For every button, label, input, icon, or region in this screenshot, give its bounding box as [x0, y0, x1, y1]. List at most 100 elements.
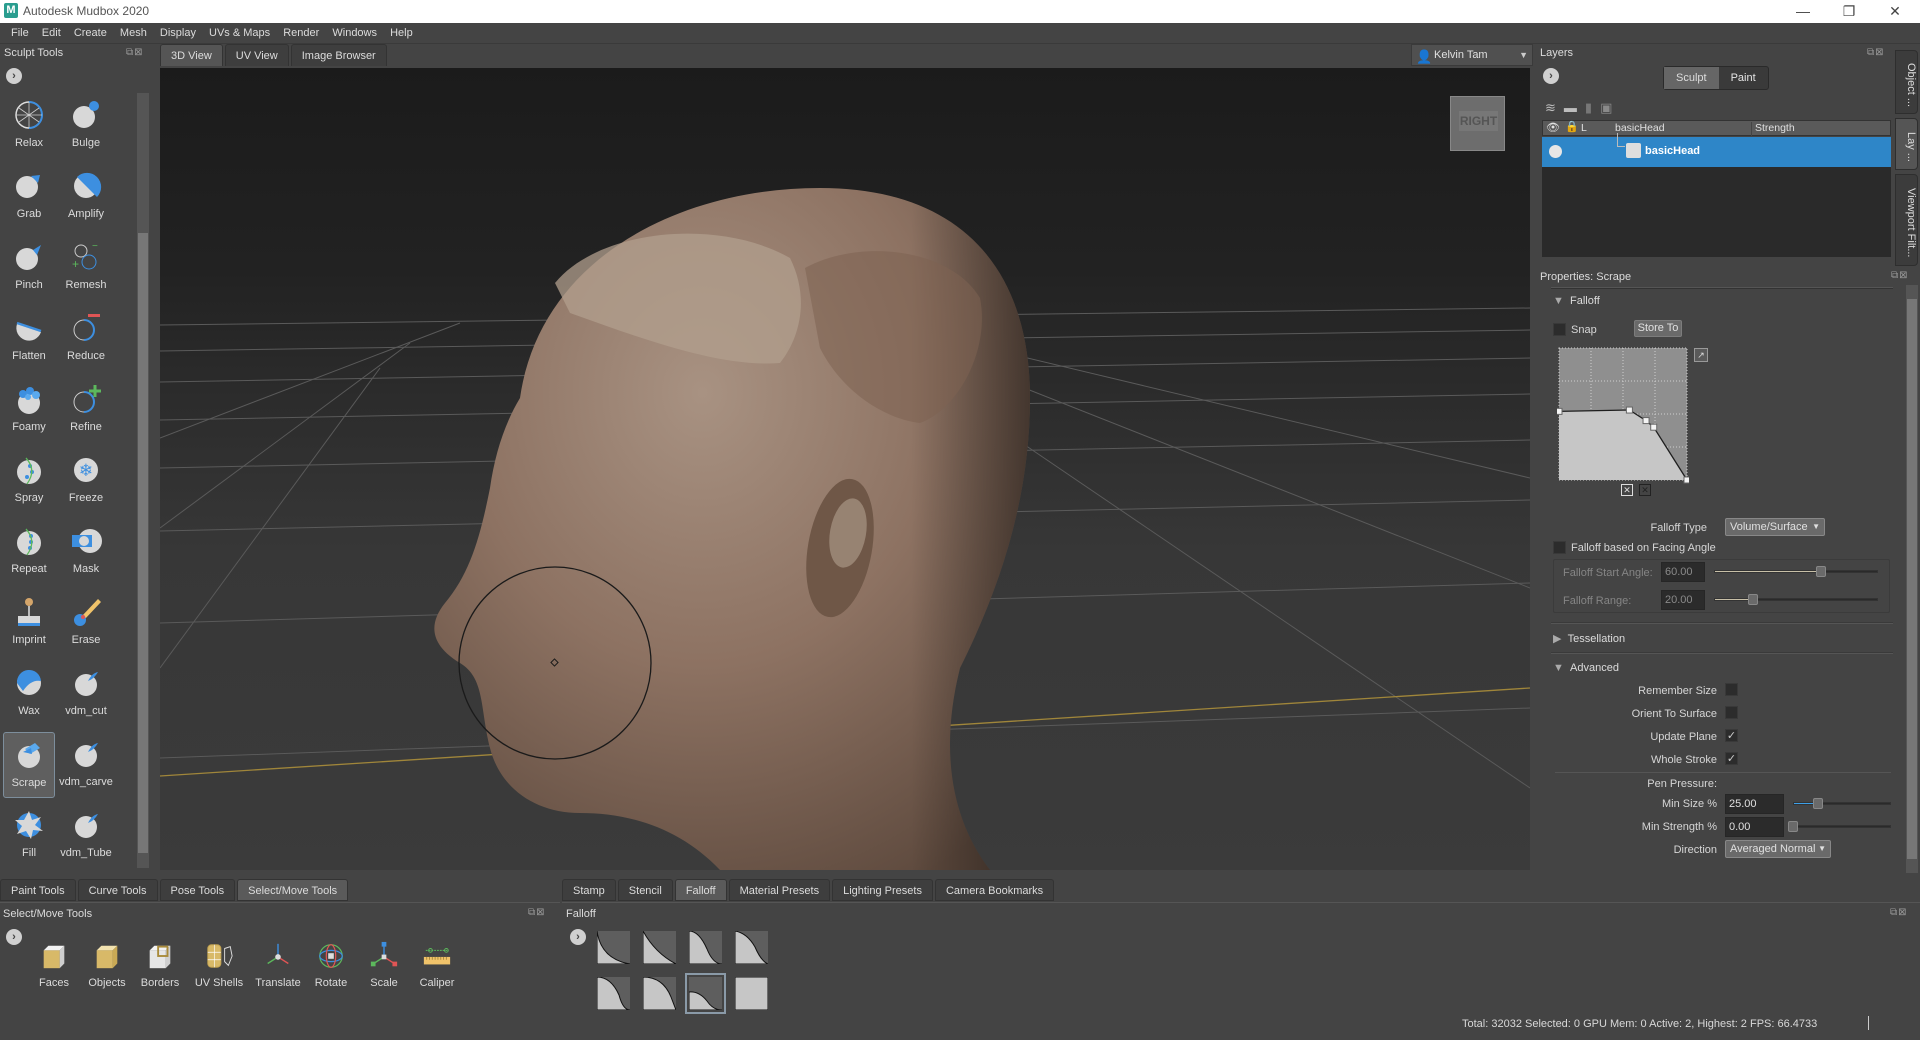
falloff-preset-6[interactable] — [642, 976, 677, 1011]
advanced-section-header[interactable]: ▼ Advanced — [1553, 662, 1619, 674]
select-tool-rotate[interactable]: Rotate — [303, 941, 359, 1001]
select-tool-caliper[interactable]: Caliper — [409, 941, 465, 1001]
menu-edit[interactable]: Edit — [37, 23, 66, 44]
curve-point[interactable] — [1642, 417, 1650, 425]
3d-viewport[interactable]: RIGHT — [160, 68, 1530, 870]
tab-select-move-tools[interactable]: Select/Move Tools — [237, 879, 349, 901]
sculpt-tool-reduce[interactable]: Reduce — [60, 306, 112, 372]
user-account-dropdown[interactable]: 👤 Kelvin Tam ▼ — [1411, 44, 1533, 66]
select-tool-translate[interactable]: Translate — [250, 941, 306, 1001]
sculpt-tool-vdm-tube[interactable]: vdm_Tube — [60, 803, 112, 869]
minimize-button[interactable]: — — [1780, 0, 1826, 22]
tab-lighting-presets[interactable]: Lighting Presets — [832, 879, 933, 901]
sculpt-tool-mask[interactable]: Mask — [60, 519, 112, 585]
sculpt-tool-scrape[interactable]: Scrape — [3, 732, 55, 798]
panel-float-close-icon[interactable]: ⧉⊠ — [126, 47, 144, 58]
sculpt-tool-grab[interactable]: Grab — [3, 164, 55, 230]
tab-paint-tools[interactable]: Paint Tools — [0, 879, 76, 901]
menu-file[interactable]: File — [6, 23, 34, 44]
menu-windows[interactable]: Windows — [327, 23, 382, 44]
curve-point[interactable] — [1557, 407, 1563, 415]
folder-icon[interactable]: ▬ — [1564, 100, 1585, 115]
start-angle-slider-track[interactable] — [1714, 570, 1878, 573]
layer-visibility-toggle[interactable] — [1549, 145, 1562, 158]
start-angle-field[interactable]: 60.00 — [1661, 562, 1705, 582]
sculpt-tool-spray[interactable]: Spray — [3, 448, 55, 514]
tessellation-section-header[interactable]: ▶ Tessellation — [1553, 632, 1625, 645]
falloff-preset-5[interactable] — [596, 976, 631, 1011]
falloff-preset-1[interactable] — [596, 930, 631, 965]
falloff-range-slider-track[interactable] — [1714, 598, 1878, 601]
tray-float-close-icon[interactable]: ⧉⊠ — [528, 907, 546, 918]
sculpt-tool-repeat[interactable]: Repeat — [3, 519, 55, 585]
menu-render[interactable]: Render — [278, 23, 324, 44]
min-size-field[interactable]: 25.00 — [1725, 794, 1784, 814]
tab-camera-bookmarks[interactable]: Camera Bookmarks — [934, 879, 1055, 901]
delete-layer-icon[interactable]: ▮ — [1585, 100, 1600, 115]
menu-help[interactable]: Help — [385, 23, 418, 44]
layer-row[interactable]: basicHead — [1542, 133, 1891, 167]
side-tab-object[interactable]: Object ... — [1895, 50, 1918, 114]
mirror-curve-icon[interactable]: ✕ — [1639, 484, 1651, 496]
menu-uvs-maps[interactable]: UVs & Maps — [204, 23, 275, 44]
select-tool-uv-shells[interactable]: UV Shells — [191, 941, 247, 1001]
scrollbar-thumb[interactable] — [1907, 299, 1917, 859]
remember-size-checkbox[interactable] — [1725, 683, 1738, 696]
falloff-curve-editor[interactable] — [1557, 346, 1689, 496]
merge-layer-icon[interactable]: ▣ — [1600, 100, 1620, 115]
tab-uv-view[interactable]: UV View — [224, 44, 289, 66]
restore-button[interactable]: ❐ — [1826, 0, 1872, 22]
layers-expand-icon[interactable]: › — [1543, 68, 1559, 84]
scrollbar-thumb[interactable] — [138, 233, 148, 853]
whole-stroke-checkbox[interactable]: ✓ — [1725, 752, 1738, 765]
select-tools-expand-icon[interactable]: › — [6, 929, 22, 945]
sculpt-tool-foamy[interactable]: Foamy — [3, 377, 55, 443]
tab-curve-tools[interactable]: Curve Tools — [77, 879, 158, 901]
tab-stamp[interactable]: Stamp — [562, 879, 616, 901]
select-tool-faces[interactable]: Faces — [26, 941, 82, 1001]
direction-dropdown[interactable]: Averaged Normal ▼ — [1725, 840, 1831, 858]
menu-display[interactable]: Display — [155, 23, 201, 44]
menu-mesh[interactable]: Mesh — [115, 23, 152, 44]
sculpt-tools-scrollbar[interactable] — [137, 93, 149, 868]
properties-float-close-icon[interactable]: ⧉⊠ — [1891, 270, 1909, 281]
layers-float-close-icon[interactable]: ⧉⊠ — [1867, 47, 1885, 58]
tab-3d-view[interactable]: 3D View — [160, 44, 223, 66]
falloff-tray-float-close-icon[interactable]: ⧉⊠ — [1890, 907, 1908, 918]
sculpt-tool-fill[interactable]: Fill — [3, 803, 55, 869]
side-tab-viewport-filters[interactable]: Viewport Filt... — [1895, 174, 1918, 266]
sculpt-tool-erase[interactable]: Erase — [60, 590, 112, 656]
tab-sculpt[interactable]: Sculpt — [1664, 67, 1719, 89]
expand-arrow-icon[interactable]: › — [6, 68, 22, 84]
curve-point[interactable] — [1683, 476, 1689, 484]
store-to-button[interactable]: Store To — [1634, 320, 1682, 337]
tab-material-presets[interactable]: Material Presets — [728, 879, 831, 901]
select-tool-scale[interactable]: Scale — [356, 941, 412, 1001]
curve-point[interactable] — [1625, 406, 1633, 414]
sculpt-tool-flatten[interactable]: Flatten — [3, 306, 55, 372]
view-cube[interactable]: RIGHT — [1450, 96, 1505, 151]
sculpt-tool-vdm-cut[interactable]: vdm_cut — [60, 661, 112, 727]
snap-checkbox[interactable] — [1553, 323, 1566, 336]
expand-curve-icon[interactable]: ↗ — [1694, 348, 1708, 362]
menu-create[interactable]: Create — [69, 23, 112, 44]
close-button[interactable]: ✕ — [1872, 0, 1918, 22]
falloff-tray-expand-icon[interactable]: › — [570, 929, 586, 945]
falloff-preset-8[interactable] — [734, 976, 769, 1011]
falloff-preset-3[interactable] — [688, 930, 723, 965]
falloff-range-field[interactable]: 20.00 — [1661, 590, 1705, 610]
tab-paint[interactable]: Paint — [1719, 67, 1768, 89]
sculpt-tool-freeze[interactable]: ❄ Freeze — [60, 448, 112, 514]
sculpt-tool-refine[interactable]: Refine — [60, 377, 112, 443]
properties-scrollbar[interactable] — [1906, 285, 1918, 873]
sculpt-tool-remesh[interactable]: − + Remesh — [60, 235, 112, 301]
sculpt-tool-amplify[interactable]: Amplify — [60, 164, 112, 230]
falloff-preset-2[interactable] — [642, 930, 677, 965]
select-tool-objects[interactable]: Objects — [79, 941, 135, 1001]
min-strength-slider-thumb[interactable] — [1788, 821, 1798, 832]
tab-pose-tools[interactable]: Pose Tools — [159, 879, 236, 901]
falloff-type-dropdown[interactable]: Volume/Surface ▼ — [1725, 518, 1825, 536]
reset-curve-icon[interactable]: ✕ — [1621, 484, 1633, 496]
tab-stencil[interactable]: Stencil — [617, 879, 673, 901]
sculpt-tool-relax[interactable]: Relax — [3, 93, 55, 159]
